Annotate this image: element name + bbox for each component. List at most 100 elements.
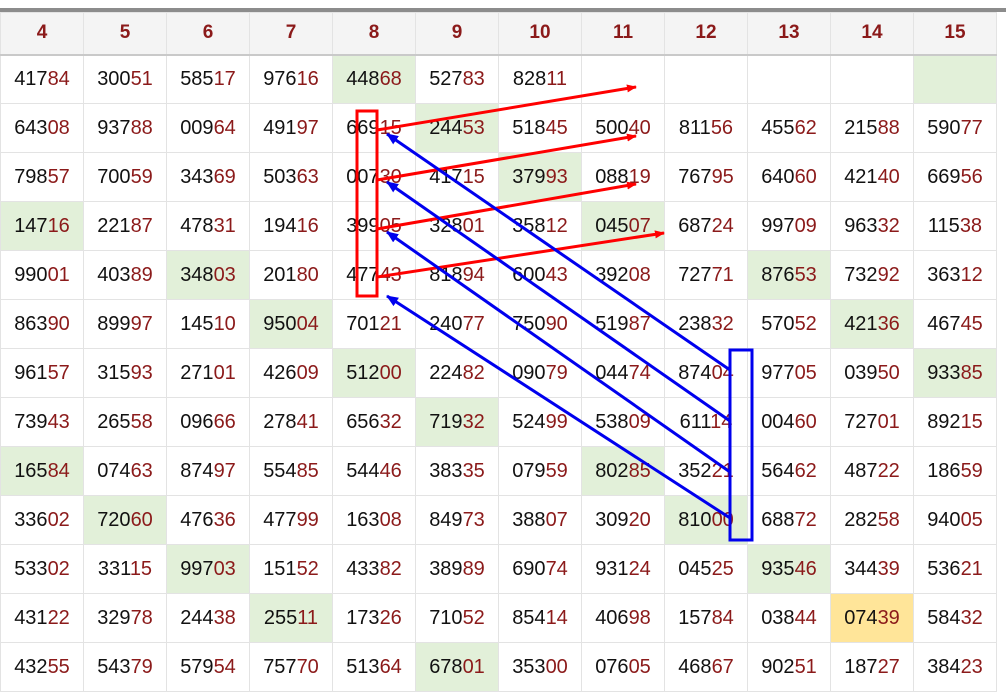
cell-value: 44868 xyxy=(346,67,402,90)
cell-value: 85414 xyxy=(512,606,568,629)
cell-value: 72771 xyxy=(678,263,734,286)
cell-value: 11538 xyxy=(927,214,983,237)
number-cell: 50040 xyxy=(581,103,665,153)
table-row: 53302 33115 99703 15152 43382 38989 69074 93124… xyxy=(0,544,997,594)
cell-value: 69074 xyxy=(512,557,568,580)
number-cell: 55485 xyxy=(249,446,333,496)
number-cell: 47799 xyxy=(249,495,333,545)
number-cell: 69074 xyxy=(498,544,582,594)
number-cell: 93788 xyxy=(83,103,167,153)
number-cell xyxy=(664,54,748,104)
cell-value: 40389 xyxy=(97,263,153,286)
number-cell: 22482 xyxy=(415,348,499,398)
cell-value: 66956 xyxy=(927,165,983,188)
number-cell xyxy=(581,54,665,104)
cell-value: 54379 xyxy=(97,655,153,678)
table-row: 99001 40389 34803 20180 47743 81894 60043 39208… xyxy=(0,250,997,300)
cell-value: 17326 xyxy=(346,606,402,629)
number-cell: 38807 xyxy=(498,495,582,545)
number-cell: 93124 xyxy=(581,544,665,594)
number-cell: 16584 xyxy=(0,446,84,496)
number-cell: 82811 xyxy=(498,54,582,104)
cell-value: 03950 xyxy=(844,361,900,384)
number-cell: 75770 xyxy=(249,642,333,692)
number-cell: 71052 xyxy=(415,593,499,643)
cell-value: 66915 xyxy=(346,116,402,139)
cell-value: 22187 xyxy=(97,214,153,237)
cell-value: 73943 xyxy=(14,410,70,433)
number-cell: 81156 xyxy=(664,103,748,153)
cell-value: 40698 xyxy=(595,606,651,629)
number-cell: 51987 xyxy=(581,299,665,349)
number-cell: 52499 xyxy=(498,397,582,447)
cell-value: 72701 xyxy=(844,410,900,433)
number-cell: 73292 xyxy=(830,250,914,300)
cell-value: 57052 xyxy=(761,312,817,335)
cell-value: 34803 xyxy=(180,263,236,286)
column-header-row: 4 5 6 7 8 9 10 11 12 13 14 15 xyxy=(0,12,997,56)
cell-value: 47636 xyxy=(180,508,236,531)
cell-value: 51200 xyxy=(346,361,402,384)
table-row: 73943 26558 09666 27841 65632 71932 52499 53809… xyxy=(0,397,997,447)
number-cell: 35812 xyxy=(498,201,582,251)
cell-value: 41715 xyxy=(429,165,485,188)
number-cell: 52783 xyxy=(415,54,499,104)
number-cell: 34803 xyxy=(166,250,250,300)
cell-value: 58432 xyxy=(927,606,983,629)
cell-value: 51364 xyxy=(346,655,402,678)
column-header: 12 xyxy=(664,12,748,56)
number-cell: 41784 xyxy=(0,54,84,104)
number-cell: 67801 xyxy=(415,642,499,692)
cell-value: 32801 xyxy=(429,214,485,237)
cell-value: 38335 xyxy=(429,459,485,482)
number-cell: 64308 xyxy=(0,103,84,153)
cell-value: 49197 xyxy=(263,116,319,139)
column-header: 4 xyxy=(0,12,84,56)
cell-value: 35300 xyxy=(512,655,568,678)
cell-value: 87497 xyxy=(180,459,236,482)
number-cell: 51845 xyxy=(498,103,582,153)
cell-value: 19416 xyxy=(263,214,319,237)
number-cell: 86390 xyxy=(0,299,84,349)
number-cell: 51200 xyxy=(332,348,416,398)
number-cell: 07605 xyxy=(581,642,665,692)
number-cell: 47831 xyxy=(166,201,250,251)
cell-value: 70059 xyxy=(97,165,153,188)
number-cell: 72771 xyxy=(664,250,748,300)
cell-value: 33602 xyxy=(14,508,70,531)
number-cell: 32801 xyxy=(415,201,499,251)
cell-value: 97705 xyxy=(761,361,817,384)
number-cell xyxy=(913,54,997,104)
table-row: 16584 07463 87497 55485 54446 38335 07959 80285… xyxy=(0,446,997,496)
number-cell: 40698 xyxy=(581,593,665,643)
number-cell: 25511 xyxy=(249,593,333,643)
number-cell: 43122 xyxy=(0,593,84,643)
number-cell: 73943 xyxy=(0,397,84,447)
table-row: 43122 32978 24438 25511 17326 71052 85414 40698… xyxy=(0,593,997,643)
table-row: 41784 30051 58517 97616 44868 52783 82811 xyxy=(0,54,997,104)
column-header: 11 xyxy=(581,12,665,56)
number-cell: 60043 xyxy=(498,250,582,300)
cell-value: 07959 xyxy=(512,459,568,482)
cell-value: 14716 xyxy=(14,214,70,237)
cell-value: 24453 xyxy=(429,116,485,139)
cell-value: 43255 xyxy=(14,655,70,678)
table-row: 96157 31593 27101 42609 51200 22482 09079 04474… xyxy=(0,348,997,398)
number-cell: 80285 xyxy=(581,446,665,496)
cell-value: 81894 xyxy=(429,263,485,286)
number-cell: 42136 xyxy=(830,299,914,349)
number-cell: 36312 xyxy=(913,250,997,300)
column-header: 5 xyxy=(83,12,167,56)
column-header: 15 xyxy=(913,12,997,56)
cell-value: 82811 xyxy=(512,67,568,90)
number-cell: 34439 xyxy=(830,544,914,594)
cell-value: 50040 xyxy=(595,116,651,139)
number-cell: 30051 xyxy=(83,54,167,104)
number-cell: 42140 xyxy=(830,152,914,202)
number-cell: 15152 xyxy=(249,544,333,594)
number-cell: 40389 xyxy=(83,250,167,300)
cell-value: 03844 xyxy=(761,606,817,629)
cell-value: 89997 xyxy=(97,312,153,335)
cell-value: 60043 xyxy=(512,263,568,286)
cell-value: 00964 xyxy=(180,116,236,139)
